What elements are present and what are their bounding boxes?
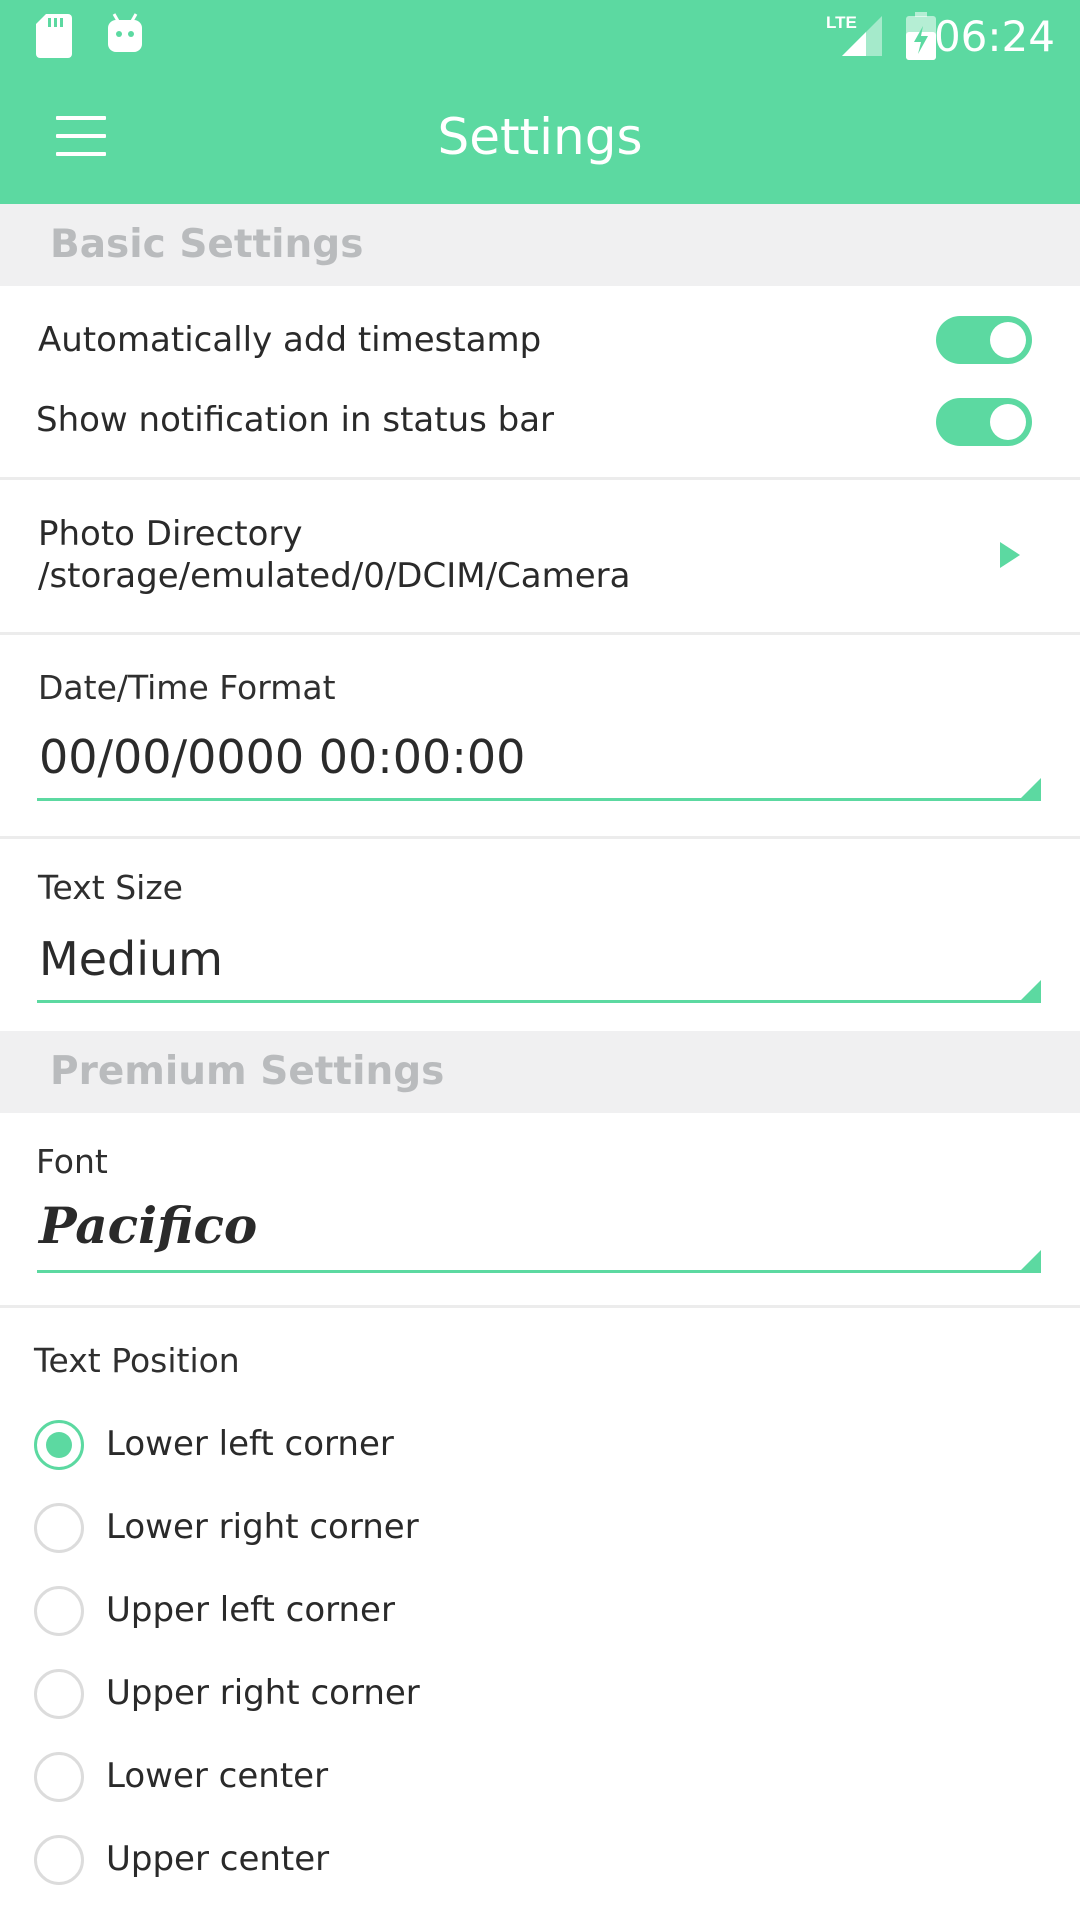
datetime-format-value: 00/00/0000 00:00:00 [39, 730, 526, 784]
app-toolbar: Settings [0, 72, 1080, 204]
radio-label: Upper left corner [106, 1590, 395, 1630]
text-size-label: Text Size [38, 868, 183, 907]
radio-button [34, 1835, 84, 1885]
photo-directory-label: Photo Directory [38, 514, 303, 554]
radio-button [34, 1669, 84, 1719]
notification-toggle[interactable] [936, 398, 1032, 446]
photo-directory-row[interactable]: Photo Directory /storage/emulated/0/DCIM… [0, 480, 1080, 632]
sd-card-icon [36, 14, 72, 58]
text-size-spinner[interactable]: Medium [37, 924, 1041, 1004]
spinner-arrow-icon [1021, 1250, 1041, 1270]
radio-label: Upper center [106, 1839, 330, 1879]
radio-label: Lower right corner [106, 1507, 419, 1547]
radio-label: Lower center [106, 1756, 329, 1796]
divider [0, 632, 1080, 635]
android-icon [108, 13, 142, 52]
font-spinner[interactable]: Pacifico [37, 1192, 1041, 1273]
radio-button [34, 1752, 84, 1802]
font-label: Font [36, 1142, 108, 1181]
spinner-arrow-icon [1021, 980, 1041, 1000]
text-size-value: Medium [39, 932, 223, 986]
section-header-premium: Premium Settings [0, 1031, 1080, 1113]
radio-button [34, 1586, 84, 1636]
divider [0, 1305, 1080, 1308]
radio-button [34, 1503, 84, 1553]
page-title: Settings [437, 108, 643, 166]
radio-button-selected [34, 1420, 84, 1470]
battery-charging-icon [906, 12, 936, 60]
status-bar: LTE 06:24 [0, 0, 1080, 72]
datetime-format-spinner[interactable]: 00/00/0000 00:00:00 [37, 724, 1041, 804]
section-header-basic: Basic Settings [0, 204, 1080, 286]
datetime-format-label: Date/Time Format [38, 668, 336, 707]
divider [0, 836, 1080, 839]
radio-label: Lower left corner [106, 1424, 394, 1464]
notification-toggle-label: Show notification in status bar [36, 400, 555, 440]
timestamp-toggle-label: Automatically add timestamp [38, 320, 542, 360]
lte-signal-icon: LTE [826, 13, 882, 56]
photo-directory-path: /storage/emulated/0/DCIM/Camera [38, 556, 631, 596]
font-value: Pacifico [39, 1196, 258, 1255]
chevron-right-icon [1000, 542, 1020, 568]
text-position-label: Text Position [34, 1341, 240, 1380]
spinner-arrow-icon [1021, 778, 1041, 798]
svg-text:LTE: LTE [826, 13, 857, 32]
radio-label: Upper right corner [106, 1673, 420, 1713]
status-clock: 06:24 [933, 12, 1055, 61]
timestamp-toggle[interactable] [936, 316, 1032, 364]
